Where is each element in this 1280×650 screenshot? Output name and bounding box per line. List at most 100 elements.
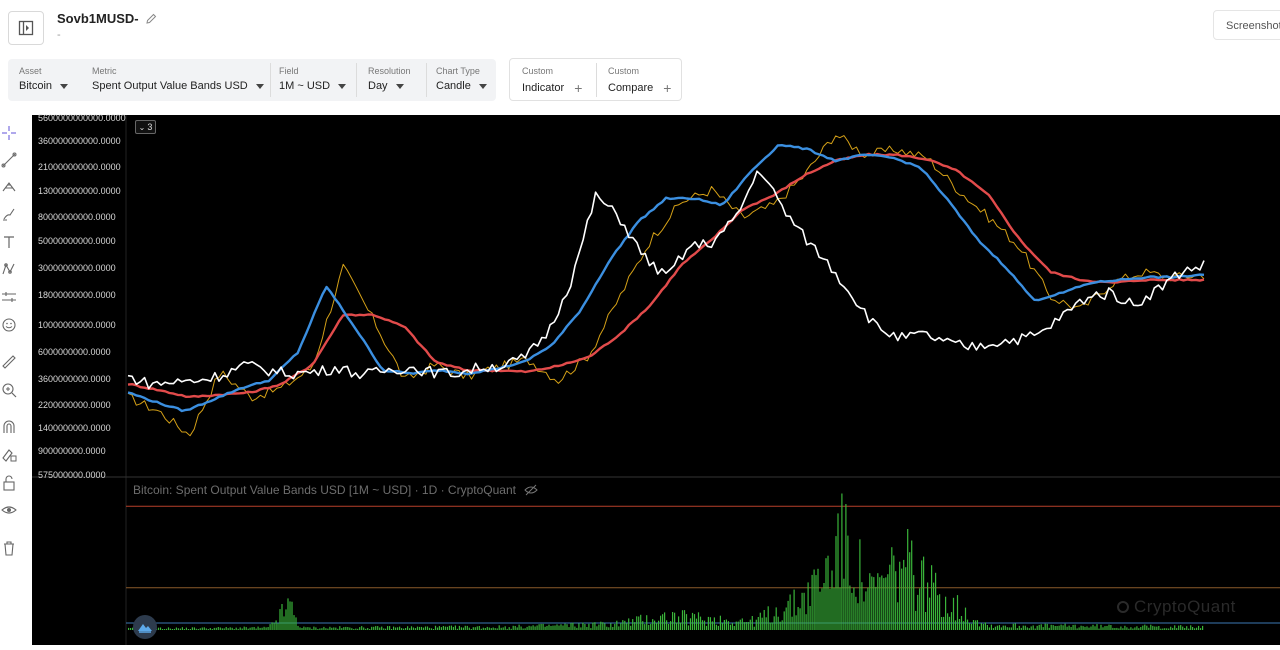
y-tick-label: 80000000000.0000 [38,212,116,222]
custom-compare-button[interactable]: Custom Compare + [596,59,682,101]
zoom-badge[interactable]: ⌄ 3 [135,120,156,134]
volume-bar [231,627,233,630]
y-axis: 5600000000000.0000 360000000000.0000 21000… [32,113,126,480]
volume-bar [891,547,893,630]
volume-bar [391,629,393,630]
volume-bar [1052,625,1054,630]
lock-drawing-icon[interactable] [0,445,18,463]
volume-bar [907,529,909,630]
volume-bar [656,622,658,630]
volume-bar [552,625,554,630]
custom-indicator-button[interactable]: Custom Indicator + [510,59,596,101]
divider [596,63,597,97]
volume-bar [1024,625,1026,630]
eye-icon[interactable] [0,501,18,519]
volume-bar [157,627,160,630]
emoji-icon[interactable] [0,316,18,334]
volume-bar [414,628,417,630]
volume-bar [630,625,632,630]
volume-bar [831,570,833,630]
volume-bar [1040,624,1042,630]
brand-logo-button[interactable] [133,615,157,639]
volume-bar [371,626,373,630]
volume-bar [1120,626,1122,630]
volume-bar [1068,625,1070,630]
volume-bar [247,628,249,630]
volume-bar [486,626,488,630]
volume-bar [458,625,460,630]
edit-pencil-icon[interactable] [145,13,157,25]
volume-bar [658,620,660,630]
volume-bar [962,621,965,630]
brush-icon[interactable] [0,205,18,223]
volume-bar [365,628,367,630]
plus-icon: + [663,80,672,96]
fib-icon[interactable] [0,178,18,196]
eye-off-icon[interactable] [524,484,538,496]
volume-bar [614,623,616,630]
volume-bar [867,587,869,630]
ruler-icon[interactable] [0,353,18,371]
volume-bar [618,626,620,630]
chart-area[interactable] [32,115,1280,645]
measure-icon[interactable] [0,288,18,306]
volume-bar [600,621,602,630]
asset-selector[interactable]: Asset Bitcoin [8,59,84,101]
volume-bar [909,552,911,630]
volume-bar [283,616,285,630]
volume-bar [875,586,877,630]
volume-bar [1032,625,1034,630]
volume-bar [484,628,486,630]
trend-line-icon[interactable] [0,151,18,169]
volume-bar [506,628,508,630]
volume-bar [395,627,397,630]
volume-bar [211,629,213,630]
metric-selector[interactable]: Metric Spent Output Value Bands USD [84,59,274,101]
sidebar-toggle-button[interactable] [8,11,44,45]
volume-bar [424,626,427,630]
volume-bar [207,629,209,630]
volume-bar [644,624,646,630]
volume-bar [195,628,197,630]
volume-bar [1172,627,1174,630]
volume-bar [1164,628,1166,630]
crosshair-icon[interactable] [0,124,18,142]
resolution-selector[interactable]: Resolution Day [356,59,426,101]
chart-type-selector[interactable]: Chart Type Candle [426,59,496,101]
volume-bar [530,626,532,630]
volume-bar [801,592,803,630]
text-icon[interactable] [0,233,18,251]
volume-bar [646,615,648,630]
volume-bar [735,621,737,630]
volume-bar [430,628,433,630]
volume-bar [952,597,955,630]
lock-icon[interactable] [0,474,18,492]
volume-bar [1080,625,1082,630]
main-series-group [127,135,1205,437]
y-tick-label: 2200000000.0000 [38,400,111,410]
volume-bar [869,573,871,630]
volume-bar [568,627,570,630]
volume-bar [785,607,787,630]
y-tick-label: 18000000000.0000 [38,290,116,300]
field-selector[interactable]: Field 1M ~ USD [270,59,356,101]
zoom-in-icon[interactable] [0,381,18,399]
volume-bar [1116,627,1118,630]
volume-bar [1098,628,1100,630]
pattern-icon[interactable] [0,260,18,278]
volume-bar [1158,626,1160,630]
volume-bar [331,627,333,630]
metric-value: Spent Output Value Bands USD [92,80,264,92]
volume-bar [1000,627,1002,630]
chart-svg[interactable] [32,115,1280,645]
volume-bar [616,620,618,630]
magnet-icon[interactable] [0,418,18,436]
screenshot-button[interactable]: Screenshot [1213,10,1280,40]
volume-bar [883,578,885,630]
trash-icon[interactable] [0,539,18,557]
volume-bar [676,622,678,630]
volume-bar [592,622,594,630]
volume-bar [887,574,889,630]
volume-bar [769,622,771,630]
volume-bar [401,628,403,630]
